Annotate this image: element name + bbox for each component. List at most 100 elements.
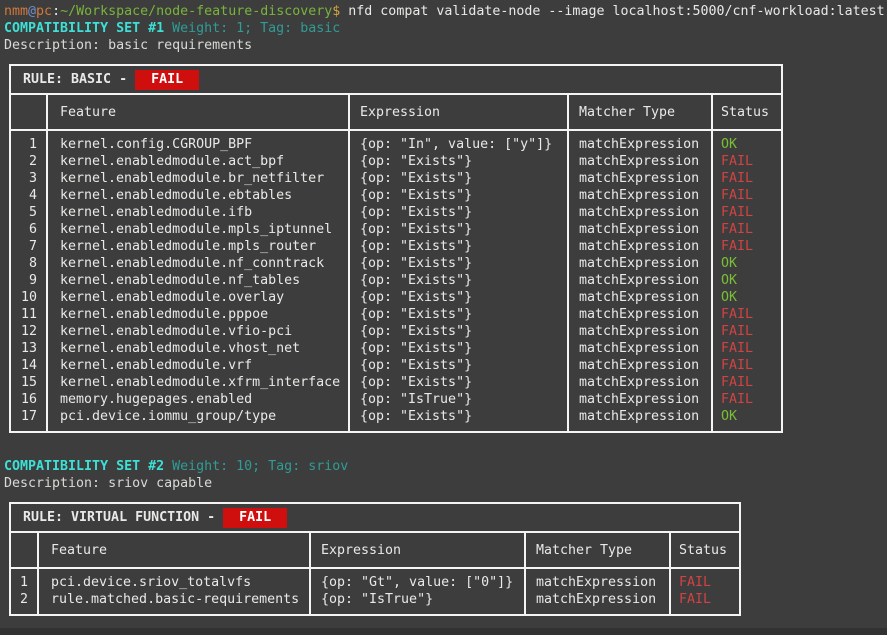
cell-status: FAIL bbox=[713, 323, 781, 340]
cell-feature: kernel.enabledmodule.xfrm_interface bbox=[48, 374, 350, 391]
cell-matcher-type: matchExpression bbox=[569, 221, 713, 238]
cell-status: FAIL bbox=[713, 357, 781, 374]
row-index: 9 bbox=[11, 272, 48, 289]
cell-status: FAIL bbox=[713, 374, 781, 391]
cell-matcher-type: matchExpression bbox=[569, 153, 713, 170]
rule-header-basic: RULE: BASIC -FAIL bbox=[11, 66, 781, 95]
cell-matcher-type: matchExpression bbox=[569, 289, 713, 306]
set1-title: COMPATIBILITY SET #1 bbox=[4, 21, 164, 36]
cell-matcher-type: matchExpression bbox=[569, 204, 713, 221]
row-index: 5 bbox=[11, 204, 48, 221]
cell-feature: kernel.enabledmodule.vhost_net bbox=[48, 340, 350, 357]
table-header-row: Feature Expression Matcher Type Status bbox=[11, 533, 739, 569]
cell-status: FAIL bbox=[713, 221, 781, 238]
rule-table-virtual-function: RULE: VIRTUAL FUNCTION - FAIL Feature Exp… bbox=[9, 502, 741, 616]
cell-expression: {op: "Exists"} bbox=[350, 153, 569, 170]
row-index: 15 bbox=[11, 374, 48, 391]
cell-feature: memory.hugepages.enabled bbox=[48, 391, 350, 408]
cell-status: FAIL bbox=[713, 340, 781, 357]
cell-expression: {op: "Exists"} bbox=[350, 323, 569, 340]
cell-expression: {op: "Exists"} bbox=[350, 187, 569, 204]
cell-expression: {op: "IsTrue"} bbox=[350, 391, 569, 408]
terminal-screen[interactable]: { "terminal": { "prompt": { "user": "nmm… bbox=[0, 0, 887, 635]
cell-status: OK bbox=[713, 255, 781, 272]
col-header-status: Status bbox=[671, 533, 739, 569]
rule-table-basic: RULE: BASIC -FAIL Feature Expression Mat… bbox=[9, 64, 783, 433]
row-index: 12 bbox=[11, 323, 48, 340]
set2-description: Description: sriov capable bbox=[4, 475, 887, 492]
cell-feature: kernel.enabledmodule.pppoe bbox=[48, 306, 350, 323]
prompt-at: @ bbox=[28, 4, 36, 19]
row-index: 17 bbox=[11, 408, 48, 431]
rule-header-virtual-function: RULE: VIRTUAL FUNCTION - FAIL bbox=[11, 504, 739, 533]
cell-matcher-type: matchExpression bbox=[569, 340, 713, 357]
cell-status: FAIL bbox=[713, 153, 781, 170]
cell-status: OK bbox=[713, 408, 781, 431]
cell-matcher-type: matchExpression bbox=[569, 131, 713, 153]
table-body: 1pci.device.sriov_totalvfs{op: "Gt", val… bbox=[11, 569, 739, 614]
row-index: 2 bbox=[11, 591, 39, 614]
cell-feature: kernel.enabledmodule.vfio-pci bbox=[48, 323, 350, 340]
row-index: 7 bbox=[11, 238, 48, 255]
col-header-index bbox=[11, 533, 39, 569]
cell-status: FAIL bbox=[671, 569, 739, 591]
cell-expression: {op: "In", value: ["y"]} bbox=[350, 131, 569, 153]
cell-feature: pci.device.iommu_group/type bbox=[48, 408, 350, 431]
cell-expression: {op: "Exists"} bbox=[350, 374, 569, 391]
set1-description: Description: basic requirements bbox=[4, 37, 887, 54]
cell-status: FAIL bbox=[713, 170, 781, 187]
cell-matcher-type: matchExpression bbox=[569, 357, 713, 374]
rule-label: RULE: VIRTUAL FUNCTION - bbox=[23, 509, 215, 526]
row-index: 10 bbox=[11, 289, 48, 306]
col-header-index bbox=[11, 95, 48, 131]
col-header-status: Status bbox=[713, 95, 781, 131]
cell-expression: {op: "Exists"} bbox=[350, 255, 569, 272]
col-header-expression: Expression bbox=[311, 533, 526, 569]
cell-status: FAIL bbox=[671, 591, 739, 614]
row-index: 4 bbox=[11, 187, 48, 204]
cell-expression: {op: "Exists"} bbox=[350, 204, 569, 221]
fail-badge: FAIL bbox=[223, 508, 287, 528]
cell-feature: kernel.enabledmodule.nf_tables bbox=[48, 272, 350, 289]
rule-label: RULE: BASIC - bbox=[23, 71, 127, 88]
cell-feature: kernel.enabledmodule.br_netfilter bbox=[48, 170, 350, 187]
cell-expression: {op: "Exists"} bbox=[350, 289, 569, 306]
set1-meta: Weight: 1; Tag: basic bbox=[172, 21, 340, 36]
cell-status: OK bbox=[713, 289, 781, 306]
cell-expression: {op: "Exists"} bbox=[350, 340, 569, 357]
set1-heading: COMPATIBILITY SET #1 Weight: 1; Tag: basi… bbox=[4, 20, 887, 37]
cell-status: FAIL bbox=[713, 391, 781, 408]
cell-expression: {op: "Exists"} bbox=[350, 170, 569, 187]
cell-expression: {op: "Exists"} bbox=[350, 408, 569, 431]
cell-feature: kernel.enabledmodule.ifb bbox=[48, 204, 350, 221]
col-header-expression: Expression bbox=[350, 95, 569, 131]
cell-matcher-type: matchExpression bbox=[569, 391, 713, 408]
cell-feature: pci.device.sriov_totalvfs bbox=[39, 569, 311, 591]
cell-matcher-type: matchExpression bbox=[569, 272, 713, 289]
set2-meta: Weight: 10; Tag: sriov bbox=[172, 459, 348, 474]
col-header-feature: Feature bbox=[48, 95, 350, 131]
cell-matcher-type: matchExpression bbox=[569, 374, 713, 391]
cell-feature: kernel.enabledmodule.ebtables bbox=[48, 187, 350, 204]
cell-feature: kernel.enabledmodule.vrf bbox=[48, 357, 350, 374]
cell-matcher-type: matchExpression bbox=[569, 238, 713, 255]
row-index: 14 bbox=[11, 357, 48, 374]
set2-heading: COMPATIBILITY SET #2Weight: 10; Tag: sri… bbox=[4, 458, 887, 475]
cell-expression: {op: "Exists"} bbox=[350, 221, 569, 238]
cell-matcher-type: matchExpression bbox=[526, 591, 671, 614]
cell-matcher-type: matchExpression bbox=[569, 255, 713, 272]
prompt-symbol: $ bbox=[332, 4, 340, 19]
cell-matcher-type: matchExpression bbox=[569, 408, 713, 431]
prompt-host: pc bbox=[36, 4, 52, 19]
prompt-user: nmm bbox=[4, 4, 28, 19]
cell-feature: kernel.config.CGROUP_BPF bbox=[48, 131, 350, 153]
row-index: 6 bbox=[11, 221, 48, 238]
row-index: 8 bbox=[11, 255, 48, 272]
terminal-bottom-edge bbox=[0, 628, 887, 635]
col-header-matcher-type: Matcher Type bbox=[526, 533, 671, 569]
cell-feature: kernel.enabledmodule.nf_conntrack bbox=[48, 255, 350, 272]
cell-status: FAIL bbox=[713, 187, 781, 204]
cell-matcher-type: matchExpression bbox=[569, 170, 713, 187]
cell-status: FAIL bbox=[713, 238, 781, 255]
row-index: 1 bbox=[11, 131, 48, 153]
